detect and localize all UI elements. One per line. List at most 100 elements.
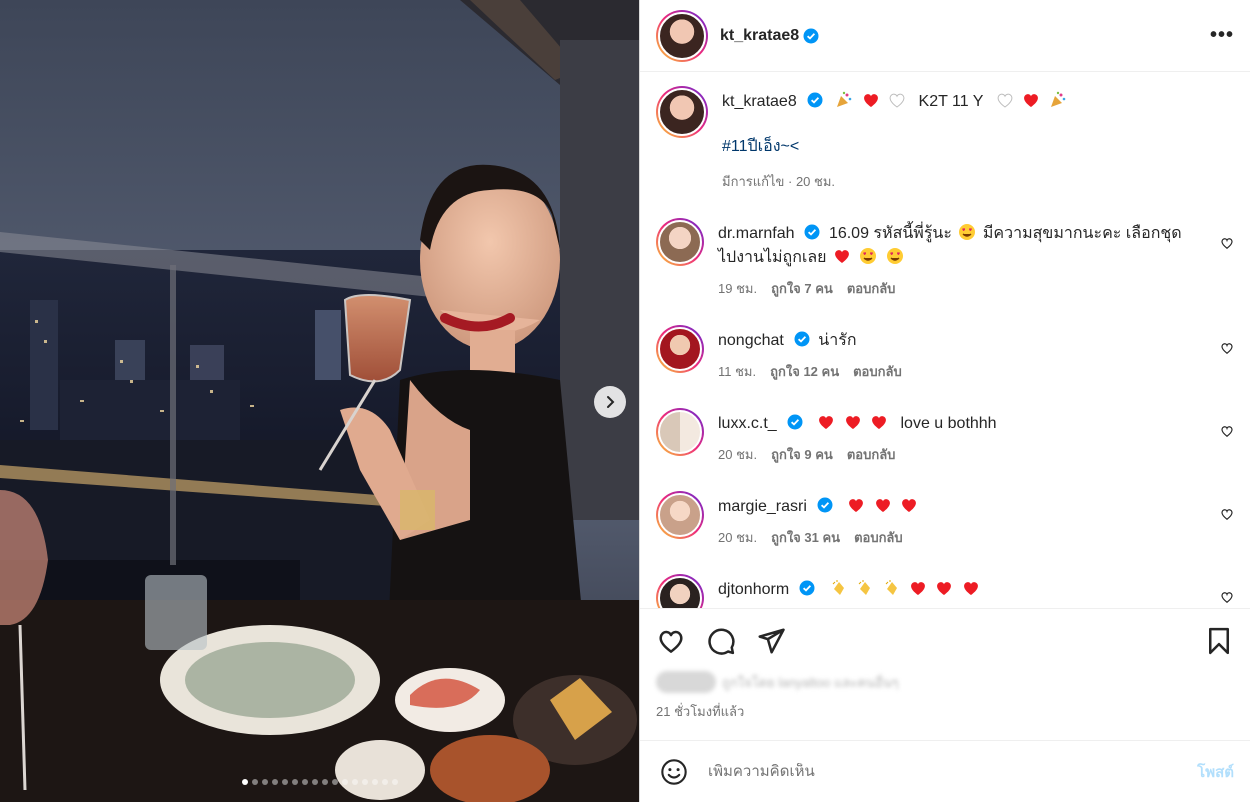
commenter-avatar[interactable] <box>656 218 704 266</box>
post-details-panel: kt_kratae8 ••• kt_kratae8 K2T 11 Y #11ปี… <box>640 0 1250 802</box>
comment-body: luxx.c.t_ love u bothhh 20 ชม. ถูกใจ 9 ค… <box>718 408 1234 465</box>
carousel-dot[interactable] <box>361 779 368 785</box>
caption-text: kt_kratae8 K2T 11 Y <box>722 86 1234 114</box>
red-heart-icon <box>963 582 978 595</box>
caption-avatar[interactable] <box>656 86 708 138</box>
commenter-username[interactable]: luxx.c.t_ <box>718 415 777 432</box>
like-comment-heart-icon[interactable] <box>1220 590 1234 604</box>
comment-body: dr.marnfah 16.09 รหัสนี้พี่รู้นะ มีความส… <box>718 218 1234 299</box>
verified-badge-icon <box>794 331 810 347</box>
action-icons <box>656 623 1234 659</box>
caption-username[interactable]: kt_kratae8 <box>722 93 797 110</box>
red-heart-icon <box>863 94 878 107</box>
caption: kt_kratae8 K2T 11 Y #11ปีเอ็ง~< มีการแก้… <box>656 86 1234 192</box>
commenter-avatar[interactable] <box>656 325 704 373</box>
red-heart-icon <box>849 499 864 512</box>
comment-message: น่ารัก <box>818 332 857 349</box>
liked-by-text: ถูกใจโดย lanyaltoo และคนอื่นๆ <box>722 674 899 690</box>
comment-body: nongchat น่ารัก 11 ชม. ถูกใจ 12 คน ตอบกล… <box>718 325 1234 382</box>
carousel-dot[interactable] <box>351 779 358 785</box>
heart-eyes-emoji-icon <box>886 248 903 264</box>
post-photo[interactable] <box>0 0 639 802</box>
like-heart-icon[interactable] <box>656 626 686 656</box>
comment-likes[interactable]: ถูกใจ 31 คน <box>771 527 840 548</box>
heart-eyes-emoji-icon <box>959 224 976 240</box>
comment-meta: 19 ชม. ถูกใจ 7 คน ตอบกลับ <box>718 278 1234 299</box>
verified-badge-icon <box>804 224 820 240</box>
verified-badge-icon <box>817 497 833 513</box>
caption-body: kt_kratae8 K2T 11 Y #11ปีเอ็ง~< มีการแก้… <box>722 86 1234 192</box>
comment-item: nongchat น่ารัก 11 ชม. ถูกใจ 12 คน ตอบกล… <box>656 325 1234 382</box>
reply-button[interactable]: ตอบกลับ <box>853 361 902 382</box>
reply-button[interactable]: ตอบกลับ <box>854 527 903 548</box>
caption-hashtag[interactable]: #11ปีเอ็ง~< <box>722 134 1234 159</box>
carousel-dot[interactable] <box>371 779 378 785</box>
comment-text: margie_rasri <box>718 491 1234 519</box>
next-slide-button[interactable] <box>594 386 626 418</box>
comment-input[interactable] <box>708 763 1198 780</box>
more-options-button[interactable]: ••• <box>1210 24 1234 47</box>
author-username[interactable]: kt_kratae8 <box>720 27 799 45</box>
commenter-username[interactable]: djtonhorm <box>718 581 789 598</box>
liked-by[interactable]: ถูกใจโดย lanyaltoo และคนอื่นๆ <box>656 671 1234 693</box>
red-heart-icon <box>819 416 834 429</box>
carousel-dot[interactable] <box>281 779 288 785</box>
reply-button[interactable]: ตอบกลับ <box>847 444 896 465</box>
like-comment-heart-icon[interactable] <box>1220 424 1234 438</box>
like-comment-heart-icon[interactable] <box>1220 341 1234 355</box>
carousel-dot[interactable] <box>251 779 258 785</box>
commenter-avatar[interactable] <box>656 491 704 539</box>
comment-item: djtonhorm <box>656 574 1234 608</box>
party-popper-icon <box>837 91 852 107</box>
carousel-dot[interactable] <box>391 779 398 785</box>
commenter-avatar[interactable] <box>656 408 704 456</box>
add-comment-bar: โพสต์ <box>640 740 1250 802</box>
verified-badge-icon <box>799 580 815 596</box>
reply-button[interactable]: ตอบกลับ <box>847 278 896 299</box>
save-bookmark-icon[interactable] <box>1204 626 1234 656</box>
carousel-dot[interactable] <box>291 779 298 785</box>
comments-list[interactable]: kt_kratae8 K2T 11 Y #11ปีเอ็ง~< มีการแก้… <box>640 72 1250 608</box>
commenter-username[interactable]: dr.marnfah <box>718 225 794 242</box>
commenter-username[interactable]: nongchat <box>718 332 784 349</box>
commenter-username[interactable]: margie_rasri <box>718 498 807 515</box>
emoji-picker-icon[interactable] <box>660 758 688 786</box>
carousel-dot[interactable] <box>261 779 268 785</box>
red-heart-icon <box>875 499 890 512</box>
comment-likes[interactable]: ถูกใจ 12 คน <box>770 361 839 382</box>
author-avatar[interactable] <box>656 9 708 62</box>
liked-by-avatars <box>656 671 716 693</box>
comment-meta: 20 ชม. ถูกใจ 31 คน ตอบกลับ <box>718 527 1234 548</box>
verified-badge-icon <box>787 414 803 430</box>
comment-likes[interactable]: ถูกใจ 9 คน <box>771 444 833 465</box>
comment-item: margie_rasri 20 ชม. ถูกใจ 31 คน ตอบกลับ <box>656 491 1234 548</box>
like-comment-heart-icon[interactable] <box>1220 507 1234 521</box>
chevron-right-icon <box>607 396 615 408</box>
carousel-dot[interactable] <box>341 779 348 785</box>
post-timestamp[interactable]: 21 ชั่วโมงที่แล้ว <box>656 701 1234 722</box>
comment-item: luxx.c.t_ love u bothhh 20 ชม. ถูกใจ 9 ค… <box>656 408 1234 465</box>
carousel-dot[interactable] <box>311 779 318 785</box>
caption-meta: มีการแก้ไข · 20 ชม. <box>722 174 836 189</box>
caption-message: K2T 11 Y <box>918 93 984 110</box>
photo-scene <box>0 0 639 802</box>
comment-time: 20 ชม. <box>718 530 758 545</box>
commenter-avatar[interactable] <box>656 574 704 608</box>
party-popper-icon <box>1050 91 1066 107</box>
post-comment-button[interactable]: โพสต์ <box>1197 760 1234 784</box>
carousel-dot[interactable] <box>241 779 248 785</box>
comment-likes[interactable]: ถูกใจ 7 คน <box>771 278 833 299</box>
like-comment-heart-icon[interactable] <box>1220 236 1234 250</box>
clapping-hands-icon <box>832 580 844 595</box>
carousel-dot[interactable] <box>271 779 278 785</box>
carousel-dot[interactable] <box>331 779 338 785</box>
carousel-dot[interactable] <box>321 779 328 785</box>
carousel-dot[interactable] <box>301 779 308 785</box>
post-actions: ถูกใจโดย lanyaltoo และคนอื่นๆ 21 ชั่วโมง… <box>640 608 1250 740</box>
share-paper-plane-icon[interactable] <box>756 626 786 656</box>
red-heart-icon <box>902 499 917 512</box>
red-heart-icon <box>937 582 952 595</box>
comment-bubble-icon[interactable] <box>706 626 736 656</box>
carousel-dot[interactable] <box>381 779 388 785</box>
red-heart-icon <box>845 416 860 429</box>
